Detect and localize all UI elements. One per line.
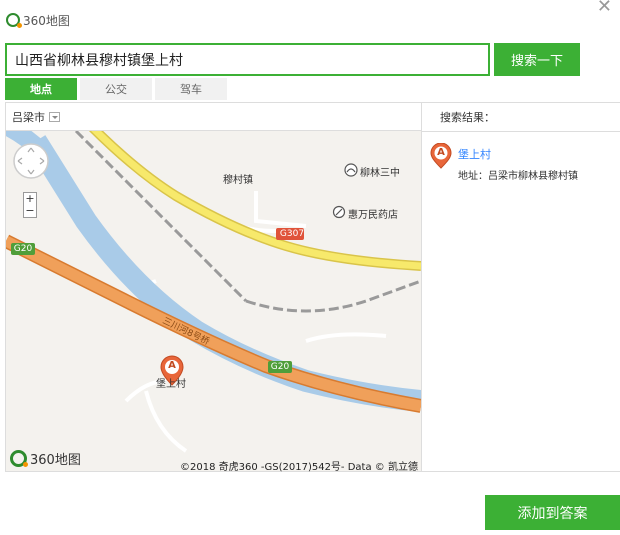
map-marker-letter[interactable]: A xyxy=(168,360,176,371)
map-logo-icon xyxy=(10,450,28,467)
map-graphic xyxy=(6,131,421,471)
search-mode-tabs: 地点 公交 驾车 xyxy=(5,78,230,100)
search-button[interactable]: 搜索一下 xyxy=(494,43,580,76)
label-village: 堡上村 xyxy=(156,379,186,390)
app-logo: 360地图 xyxy=(6,10,126,30)
chevron-down-icon[interactable] xyxy=(49,111,60,122)
add-to-answer-button[interactable]: 添加到答案 xyxy=(485,495,620,530)
logo-icon xyxy=(6,13,22,28)
results-header: 搜索结果： xyxy=(422,103,620,132)
zoom-out-button[interactable]: − xyxy=(24,205,36,217)
results-panel: 搜索结果： A 堡上村 地址：吕梁市柳林县穆村镇 xyxy=(421,103,620,471)
map-logo-text: 360地图 xyxy=(30,453,81,468)
search-box xyxy=(5,43,490,76)
city-label: 吕梁市 xyxy=(12,110,45,124)
result-title-link[interactable]: 堡上村 xyxy=(458,146,491,162)
zoom-control: + − xyxy=(23,192,37,218)
map-copyright: ©2018 奇虎360 -GS(2017)542号- Data © 凯立德 xyxy=(180,462,418,473)
map-canvas[interactable]: 穆村镇 柳林三中 惠万民药店 G307 G20 G20 三川河8号桥 A 堡上村 xyxy=(6,131,421,471)
tab-place[interactable]: 地点 xyxy=(5,78,77,100)
pan-control-icon[interactable] xyxy=(12,142,50,180)
label-town: 穆村镇 xyxy=(223,175,253,186)
tab-transit[interactable]: 公交 xyxy=(80,78,152,100)
close-icon[interactable]: ✕ xyxy=(597,0,612,17)
label-school: 柳林三中 xyxy=(360,168,400,179)
logo-text: 360地图 xyxy=(23,13,70,28)
tab-driving[interactable]: 驾车 xyxy=(155,78,227,100)
search-input[interactable] xyxy=(7,45,488,74)
road-shield-g20-left: G20 xyxy=(13,244,33,254)
result-marker-letter: A xyxy=(437,147,445,158)
result-address: 地址：吕梁市柳林县穆村镇 xyxy=(458,171,578,182)
map-logo: 360地图 xyxy=(10,449,81,468)
road-shield-g20-right: G20 xyxy=(270,362,290,372)
road-shield-g307: G307 xyxy=(279,229,305,239)
label-pharmacy: 惠万民药店 xyxy=(348,210,398,221)
city-selector[interactable]: 吕梁市 xyxy=(6,103,421,131)
